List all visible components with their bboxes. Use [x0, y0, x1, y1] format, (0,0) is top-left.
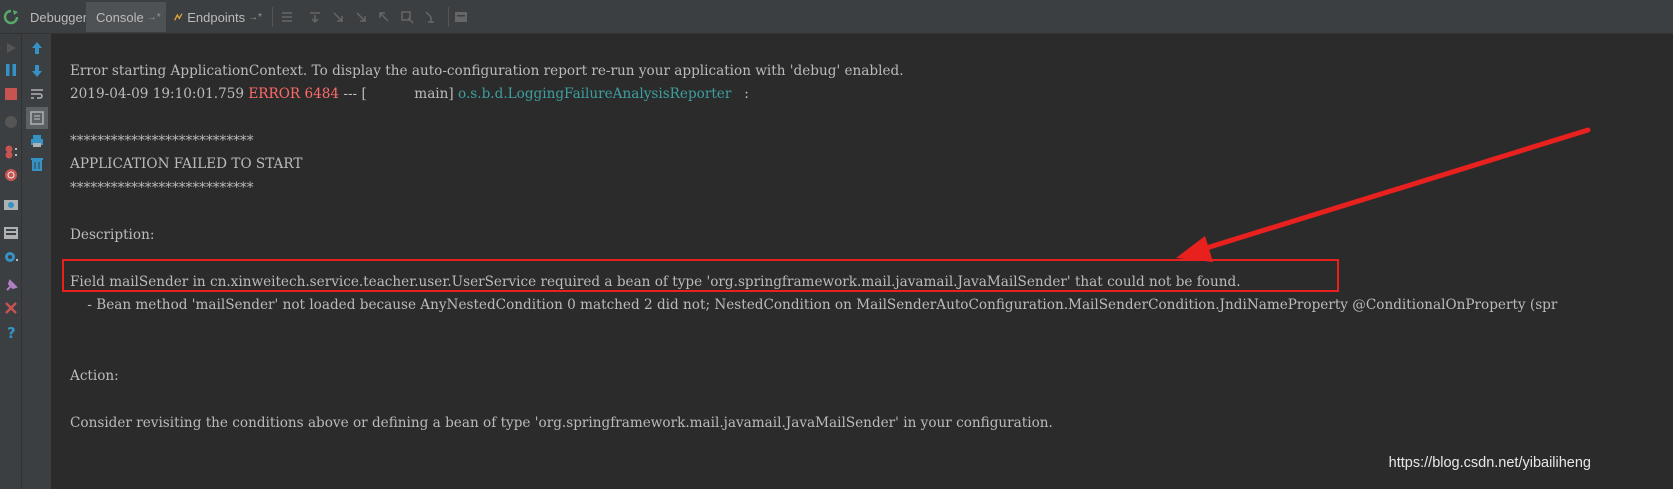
evaluate-icon[interactable] — [454, 10, 468, 24]
rerun-icon[interactable] — [3, 9, 19, 25]
toolbar-separator — [272, 7, 273, 27]
log-level: ERROR — [248, 86, 301, 102]
console-actions-gutter — [22, 34, 52, 489]
mute-breakpoints-icon[interactable] — [3, 167, 19, 183]
close-icon[interactable] — [3, 300, 19, 316]
tab-endpoints-pin[interactable]: →* — [248, 12, 262, 23]
watermark: https://blog.csdn.net/yibailiheng — [1388, 455, 1591, 471]
layout-icon[interactable] — [3, 225, 19, 241]
toolbar-separator — [448, 7, 449, 27]
log-line: 2019-04-09 19:10:01.759 ERROR 6484 --- [… — [70, 85, 749, 103]
description-label: Description: — [70, 227, 155, 243]
scroll-to-end-toggle[interactable] — [26, 107, 48, 129]
action-label: Action: — [70, 368, 119, 384]
settings-icon[interactable] — [3, 249, 19, 265]
up-arrow-icon[interactable] — [29, 40, 45, 56]
debug-actions-gutter: ? — [0, 34, 22, 489]
tab-endpoints-label: Endpoints — [187, 9, 246, 25]
print-icon[interactable] — [29, 133, 45, 149]
tab-endpoints[interactable]: Endpoints →* — [168, 2, 268, 32]
highlight-box — [62, 259, 1339, 292]
tab-debugger[interactable]: Debugger — [24, 2, 88, 32]
view-breakpoints-icon[interactable] — [3, 144, 19, 160]
bean-method-line: - Bean method 'mailSender' not loaded be… — [70, 297, 1558, 313]
log-class[interactable]: o.s.b.d.LoggingFailureAnalysisReporter — [458, 86, 731, 102]
tab-console[interactable]: Console →* — [86, 2, 166, 32]
step-over-icon[interactable] — [308, 10, 322, 24]
log-colon: : — [731, 86, 749, 102]
step-into-icon[interactable] — [331, 10, 345, 24]
tab-console-pin[interactable]: →* — [147, 12, 161, 23]
clear-icon[interactable] — [29, 156, 45, 172]
pin-icon[interactable] — [3, 278, 19, 294]
down-arrow-icon[interactable] — [29, 63, 45, 79]
endpoints-icon — [174, 13, 183, 21]
debug-toolbar: Debugger Console →* Endpoints →* — [0, 0, 1673, 34]
stars-line: *************************** — [70, 133, 254, 149]
stars-line: *************************** — [70, 180, 254, 196]
camera-icon[interactable] — [3, 196, 19, 212]
run-to-cursor-icon[interactable] — [424, 10, 438, 24]
tab-debugger-label: Debugger — [30, 9, 88, 25]
show-execution-point-icon[interactable] — [280, 10, 294, 24]
disabled-icon[interactable] — [3, 114, 19, 130]
tab-console-label: Console — [96, 9, 144, 25]
scroll-to-end-icon — [30, 111, 44, 125]
step-out-icon[interactable] — [377, 10, 391, 24]
console-output[interactable]: Error starting ApplicationContext. To di… — [52, 34, 1673, 489]
log-separator: --- [ main] — [339, 86, 459, 102]
log-timestamp: 2019-04-09 19:10:01.759 — [70, 86, 249, 102]
stop-icon[interactable] — [3, 86, 19, 102]
console-line: Error starting ApplicationContext. To di… — [70, 63, 904, 79]
svg-text:?: ? — [7, 324, 16, 340]
log-pid: 6484 — [300, 86, 340, 102]
consider-line: Consider revisiting the conditions above… — [70, 415, 1053, 431]
app-failed-line: APPLICATION FAILED TO START — [70, 156, 303, 172]
force-step-into-icon[interactable] — [354, 10, 368, 24]
help-icon[interactable]: ? — [3, 324, 19, 340]
drop-frame-icon[interactable] — [400, 10, 414, 24]
resume-icon[interactable] — [3, 40, 19, 56]
pause-icon[interactable] — [3, 62, 19, 78]
soft-wrap-icon[interactable] — [29, 86, 45, 102]
